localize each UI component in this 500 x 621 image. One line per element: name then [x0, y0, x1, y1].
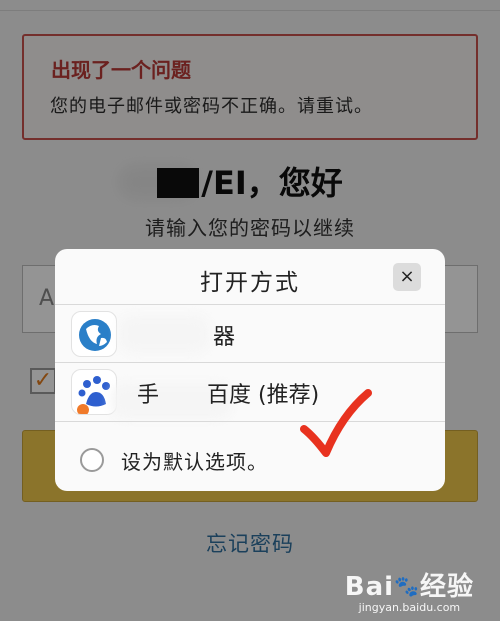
paw-icon: 🐾	[394, 574, 420, 598]
dialog-divider	[55, 421, 445, 422]
close-icon: ×	[399, 266, 415, 287]
browser-globe-icon	[71, 311, 117, 357]
baidu-jingyan-watermark: Bai🐾经验 jingyan.baidu.com	[345, 566, 474, 614]
default-option-label: 设为默认选项。	[121, 450, 268, 474]
watermark-site: jingyan.baidu.com	[358, 601, 461, 614]
open-with-dialog: 打开方式 × 器 手 百度 (推荐) 设为默认选项。	[55, 249, 445, 491]
app-option-browser[interactable]: 器	[55, 305, 445, 363]
default-option-radio[interactable]	[80, 448, 104, 472]
app-label-baidu-part1: 手	[137, 383, 160, 408]
close-button[interactable]: ×	[393, 263, 421, 291]
red-checkmark-annotation	[300, 389, 372, 457]
watermark-logo-jingyan: 经验	[419, 572, 474, 602]
dialog-title: 打开方式	[200, 270, 300, 296]
app-option-baidu[interactable]: 手 百度 (推荐)	[55, 363, 445, 421]
baidu-paw-icon	[71, 369, 117, 415]
redaction-blur	[119, 315, 209, 353]
app-label-browser: 器	[213, 325, 236, 350]
watermark-logo-bai: Bai	[344, 572, 395, 602]
